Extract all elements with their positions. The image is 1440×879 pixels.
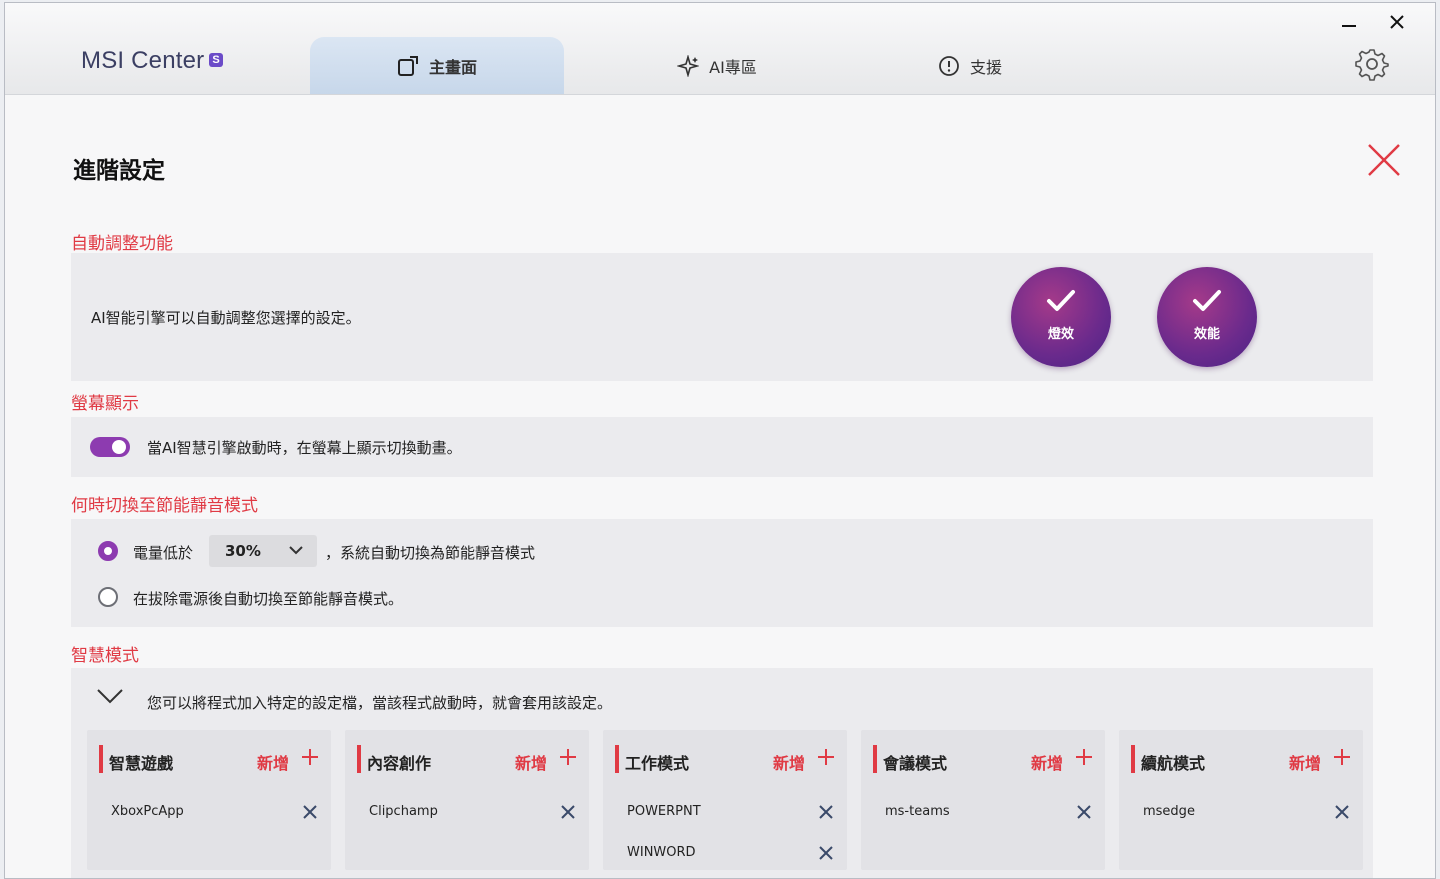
app-entry: XboxPcApp [111, 804, 184, 819]
add-app-button[interactable]: 新增 [773, 750, 805, 774]
plus-icon[interactable] [817, 748, 835, 770]
settings-button[interactable] [1355, 47, 1389, 85]
card-accent-bar [873, 745, 877, 773]
animation-toggle-label: 當AI智慧引擎啟動時，在螢幕上顯示切換動畫。 [147, 439, 462, 457]
card-title: 智慧遊戲 [109, 754, 174, 773]
remove-app-button[interactable] [561, 804, 575, 823]
add-app-button[interactable]: 新增 [1289, 750, 1321, 774]
app-entry: WINWORD [627, 845, 696, 860]
card-accent-bar [99, 745, 103, 773]
chevron-down-icon [289, 546, 303, 555]
close-icon [1368, 144, 1400, 176]
header: MSI Center S 主畫面 AI專區 支援 [5, 3, 1435, 95]
close-icon [303, 805, 317, 819]
tab-ai[interactable]: AI專區 [617, 37, 817, 94]
battery-threshold-prefix: 電量低於 [133, 544, 194, 562]
home-edit-icon [397, 55, 419, 77]
app-entry: msedge [1143, 804, 1195, 819]
window-close-button[interactable] [1389, 11, 1405, 35]
lighting-toggle-button[interactable]: 燈效 [1011, 267, 1111, 367]
performance-label: 效能 [1193, 327, 1220, 342]
add-app-button[interactable]: 新增 [515, 750, 547, 774]
plus-icon[interactable] [1075, 748, 1093, 770]
sparkle-icon [677, 54, 700, 77]
card-title: 工作模式 [625, 754, 690, 773]
plus-icon[interactable] [1333, 748, 1351, 770]
tab-support-label: 支援 [969, 57, 1002, 77]
profile-card-content-creation: 內容創作 新增 Clipchamp [345, 730, 589, 870]
plus-icon[interactable] [301, 748, 319, 770]
silent-mode-panel: 電量低於 30% ，系統自動切換為節能靜音模式 在拔除電源後自動切換至節能靜音模… [71, 519, 1373, 627]
silent-mode-title: 何時切換至節能靜音模式 [71, 496, 258, 516]
screen-display-panel: 當AI智慧引擎啟動時，在螢幕上顯示切換動畫。 [71, 417, 1373, 477]
screen-display-title: 螢幕顯示 [71, 394, 139, 414]
battery-threshold-value: 30% [225, 542, 261, 560]
tab-home-label: 主畫面 [428, 57, 477, 77]
collapse-button[interactable] [97, 688, 123, 708]
page-title: 進階設定 [73, 158, 165, 184]
close-icon [819, 805, 833, 819]
remove-app-button[interactable] [819, 804, 833, 823]
close-icon [1077, 805, 1091, 819]
remove-app-button[interactable] [303, 804, 317, 823]
profile-card-battery: 續航模式 新增 msedge [1119, 730, 1363, 870]
support-icon [938, 55, 960, 77]
card-title: 會議模式 [883, 754, 948, 773]
close-icon [561, 805, 575, 819]
app-logo-badge: S [209, 53, 223, 67]
app-logo-text: MSI Center [81, 47, 205, 74]
app-entry: Clipchamp [369, 804, 438, 819]
app-entry: POWERPNT [627, 804, 701, 819]
app-entry: ms-teams [885, 804, 950, 819]
remove-app-button[interactable] [1335, 804, 1349, 823]
chevron-down-icon [97, 689, 123, 704]
auto-adjust-description: AI智能引擎可以自動調整您選擇的設定。 [91, 309, 361, 327]
plus-icon[interactable] [559, 748, 577, 770]
battery-threshold-select[interactable]: 30% [209, 535, 317, 567]
auto-adjust-title: 自動調整功能 [71, 234, 173, 254]
unplug-label: 在拔除電源後自動切換至節能靜音模式。 [133, 590, 404, 608]
close-icon [1390, 15, 1404, 29]
card-title: 內容創作 [367, 754, 432, 773]
add-app-button[interactable]: 新增 [1031, 750, 1063, 774]
minimize-button[interactable] [1341, 11, 1357, 35]
auto-adjust-panel: AI智能引擎可以自動調整您選擇的設定。 燈效 效能 [71, 253, 1373, 381]
tab-support[interactable]: 支援 [885, 37, 1055, 94]
remove-app-button[interactable] [819, 845, 833, 864]
toggle-knob [112, 440, 126, 454]
battery-threshold-radio[interactable] [98, 541, 118, 561]
profile-card-work: 工作模式 新增 POWERPNT WINWORD [603, 730, 847, 870]
tab-home[interactable]: 主畫面 [310, 37, 564, 94]
card-accent-bar [615, 745, 619, 773]
check-icon [1047, 290, 1075, 311]
card-accent-bar [1131, 745, 1135, 773]
profile-card-meeting: 會議模式 新增 ms-teams [861, 730, 1105, 870]
card-accent-bar [357, 745, 361, 773]
close-icon [819, 846, 833, 860]
battery-threshold-suffix: ，系統自動切換為節能靜音模式 [325, 544, 536, 562]
close-icon [1335, 805, 1349, 819]
profile-card-gaming: 智慧遊戲 新增 XboxPcApp [87, 730, 331, 870]
smart-mode-panel: 您可以將程式加入特定的設定檔，當該程式啟動時，就會套用該設定。 智慧遊戲 新增 … [71, 668, 1373, 878]
performance-toggle-button[interactable]: 效能 [1157, 267, 1257, 367]
remove-app-button[interactable] [1077, 804, 1091, 823]
app-window: MSI Center S 主畫面 AI專區 支援 進階設定 自動調整功能 AI智… [4, 2, 1436, 879]
main-content: 進階設定 自動調整功能 AI智能引擎可以自動調整您選擇的設定。 燈效 效能 螢幕… [5, 95, 1435, 878]
tab-ai-label: AI專區 [709, 57, 757, 77]
unplug-radio[interactable] [98, 587, 118, 607]
add-app-button[interactable]: 新增 [257, 750, 289, 774]
smart-mode-description: 您可以將程式加入特定的設定檔，當該程式啟動時，就會套用該設定。 [147, 694, 613, 712]
card-title: 續航模式 [1141, 754, 1206, 773]
smart-mode-title: 智慧模式 [71, 646, 139, 666]
gear-icon [1355, 49, 1389, 81]
close-settings-button[interactable] [1367, 143, 1401, 181]
minimize-icon [1342, 25, 1356, 27]
animation-toggle[interactable] [90, 437, 130, 457]
lighting-label: 燈效 [1047, 327, 1074, 342]
check-icon [1193, 290, 1221, 311]
